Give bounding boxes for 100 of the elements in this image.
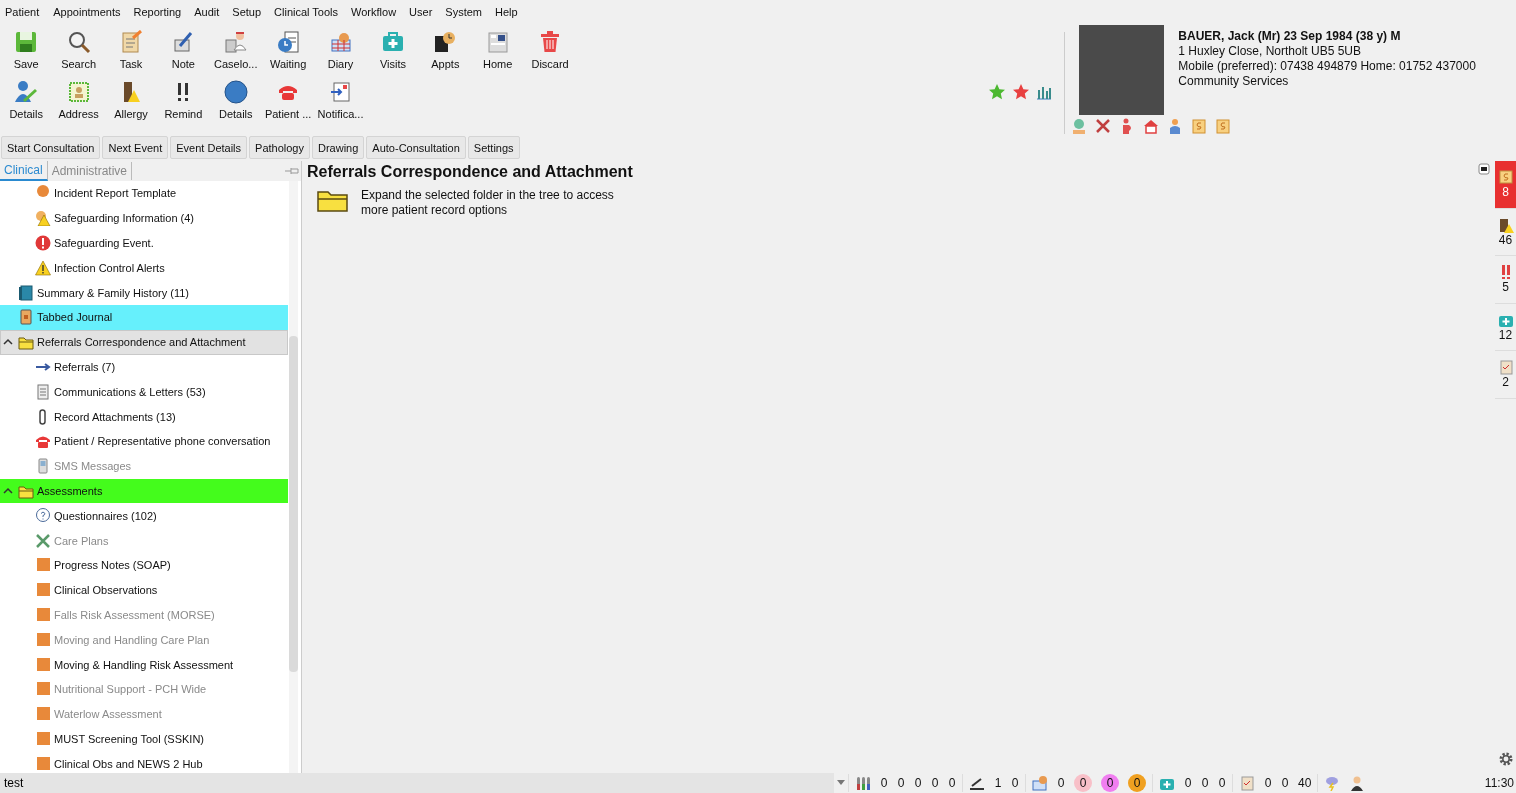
- house-icon: [1143, 118, 1160, 134]
- side-badge[interactable]: 46: [1495, 208, 1516, 256]
- floppy-icon: [14, 30, 39, 54]
- search-field[interactable]: test: [0, 773, 834, 793]
- toolbar-button[interactable]: Search: [52, 24, 105, 74]
- toolbar-button[interactable]: Address: [52, 74, 105, 124]
- toolbar-button[interactable]: Appts: [419, 24, 472, 74]
- crossed-tools-icon: [35, 532, 51, 549]
- toolbar-button[interactable]: Task: [104, 24, 158, 74]
- menu-item[interactable]: Setup: [232, 6, 267, 18]
- pin-icon: [285, 167, 299, 175]
- warning-icon: [35, 259, 51, 276]
- tree-item[interactable]: Tabbed Journal: [0, 305, 288, 330]
- tree-item[interactable]: Assessments: [0, 478, 288, 504]
- notebook-icon: [18, 309, 34, 326]
- action-button[interactable]: Drawing: [312, 136, 365, 159]
- patient-phone: Mobile (preferred): 07438 494879 Home: 01752 437000: [1178, 59, 1476, 74]
- toolbar-button[interactable]: Visits: [366, 24, 420, 74]
- toolbar-button[interactable]: Details: [0, 74, 53, 124]
- patient-name: BAUER, Jack (Mr) 23 Sep 1984 (38 y) M: [1178, 29, 1402, 44]
- star-icon: [1012, 83, 1031, 101]
- bottle-warning-icon: [1497, 216, 1514, 233]
- tree-item[interactable]: Safeguarding Information (4): [0, 205, 288, 231]
- circle-icon: [223, 80, 248, 104]
- badge-icon: [1071, 118, 1088, 134]
- document-arrow-icon: [328, 80, 353, 104]
- toolbar-button[interactable]: Waiting: [261, 24, 315, 74]
- action-button[interactable]: Auto-Consultation: [366, 136, 466, 159]
- action-button[interactable]: Start Consultation: [1, 136, 101, 159]
- tree-item[interactable]: Clinical Obs and NEWS 2 Hub: [0, 751, 288, 773]
- tree-item[interactable]: Summary & Family History (11): [0, 280, 288, 305]
- action-button[interactable]: Next Event: [102, 136, 169, 159]
- window-icon: [1478, 163, 1490, 175]
- clipboard-icon: [1239, 775, 1255, 791]
- tree-item[interactable]: Safeguarding Event.: [0, 230, 288, 256]
- bar-chart-icon: [1036, 84, 1053, 100]
- square-icon: [35, 681, 51, 698]
- scrollbar-thumb[interactable]: [289, 336, 298, 672]
- menu-item[interactable]: Appointments: [53, 6, 126, 18]
- tree-item[interactable]: Incident Report Template: [0, 181, 288, 206]
- toolbar-button[interactable]: Discard: [523, 24, 577, 74]
- scrollbar[interactable]: [289, 181, 298, 773]
- toolbar-button[interactable]: Remind: [157, 74, 210, 124]
- side-badge[interactable]: 8: [1495, 161, 1516, 209]
- tree-item[interactable]: Patient / Representative phone conversation: [0, 428, 288, 454]
- book-clock-icon: [433, 30, 458, 54]
- status-count: 0: [948, 776, 956, 790]
- tree-item[interactable]: Communications & Letters (53): [0, 379, 288, 405]
- tree-item[interactable]: Record Attachments (13): [0, 404, 288, 429]
- status-count: 0: [1057, 776, 1065, 790]
- toolbar-button[interactable]: Note: [157, 24, 210, 74]
- action-button[interactable]: Event Details: [170, 136, 248, 159]
- calendar-grid-icon: [1032, 775, 1048, 791]
- tree-item[interactable]: Questionnaires (102): [0, 503, 288, 529]
- gear-icon: [1498, 751, 1514, 767]
- toolbar-button[interactable]: Notifica...: [314, 74, 367, 124]
- status-count: 0: [931, 776, 939, 790]
- menu-item[interactable]: Help: [495, 6, 523, 18]
- square-icon: [35, 582, 51, 599]
- menu-item[interactable]: User: [409, 6, 438, 18]
- status-count: 0: [1074, 774, 1092, 792]
- hazard-icon: [35, 210, 51, 227]
- patient-address: 1 Huxley Close, Northolt UB5 5UB: [1178, 44, 1363, 59]
- menu-item[interactable]: Clinical Tools: [274, 6, 344, 18]
- question-icon: [35, 507, 51, 524]
- toolbar-button[interactable]: Save: [0, 24, 53, 74]
- toolbar-button[interactable]: Patient ...: [261, 74, 315, 124]
- menu-item[interactable]: Patient: [5, 6, 45, 18]
- menu-item[interactable]: Reporting: [133, 6, 187, 18]
- action-button[interactable]: Pathology: [249, 136, 310, 159]
- tree-item[interactable]: Infection Control Alerts: [0, 255, 288, 281]
- clipboard-icon: [1497, 359, 1514, 376]
- side-badge[interactable]: 2: [1495, 351, 1516, 399]
- caseload-icon: [223, 30, 248, 54]
- tree-item[interactable]: MUST Screening Tool (SSKIN): [0, 726, 288, 752]
- side-badge[interactable]: 12: [1495, 303, 1516, 351]
- toolbar-button[interactable]: Allergy: [104, 74, 158, 124]
- tree-item[interactable]: Referrals (7): [0, 354, 288, 380]
- side-badge[interactable]: 5: [1495, 256, 1516, 304]
- tree-item[interactable]: Moving & Handling Risk Assessment: [0, 652, 288, 677]
- tree-item[interactable]: Progress Notes (SOAP): [0, 552, 288, 578]
- menu-item[interactable]: System: [445, 6, 487, 18]
- cloud-lightning-icon: [1324, 775, 1341, 791]
- dropdown-arrow-icon: [837, 780, 845, 786]
- alert-icon: [35, 235, 51, 251]
- toolbar-button[interactable]: Diary: [314, 24, 367, 74]
- section-title: Referrals Correspondence and Attachment: [307, 162, 634, 182]
- scroll-icon: [1497, 169, 1514, 186]
- tree-item[interactable]: Clinical Observations: [0, 577, 288, 603]
- test-tubes-icon: [855, 775, 871, 791]
- menu-item[interactable]: Audit: [194, 6, 225, 18]
- menu-item[interactable]: Workflow: [351, 6, 402, 18]
- action-button[interactable]: Settings: [467, 136, 520, 159]
- toolbar-button[interactable]: Caselo...: [209, 24, 262, 74]
- status-count: 0: [880, 776, 888, 790]
- tree-item[interactable]: Referrals Correspondence and Attachment: [0, 329, 288, 355]
- status-count: 0: [1281, 776, 1289, 790]
- toolbar-button[interactable]: Details: [209, 74, 262, 124]
- calendar-grid-icon: [328, 30, 353, 54]
- toolbar-button[interactable]: Home: [471, 24, 524, 74]
